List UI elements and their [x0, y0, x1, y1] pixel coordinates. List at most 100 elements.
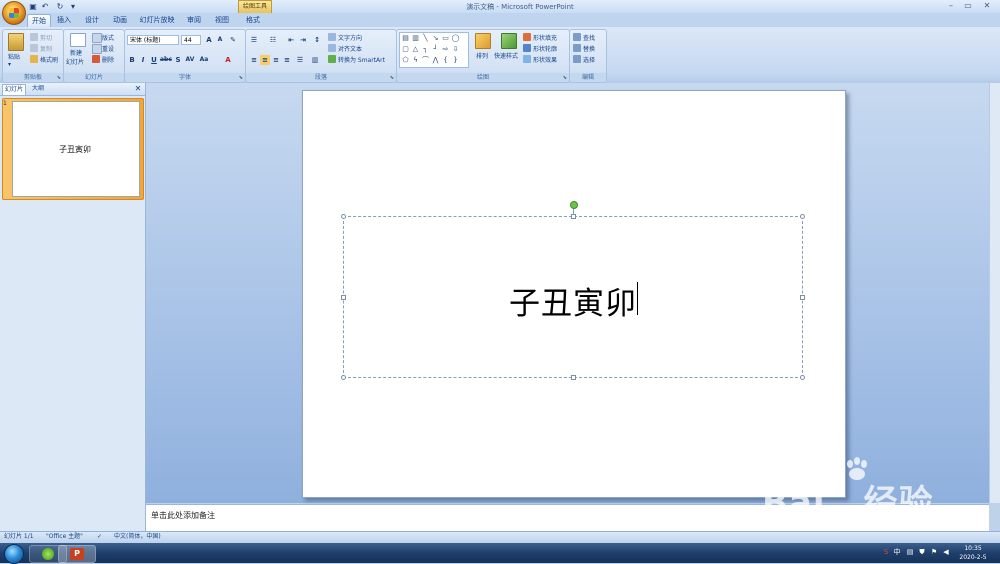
- office-button[interactable]: [2, 1, 26, 25]
- shape-outline-button[interactable]: 形状轮廓: [533, 44, 557, 53]
- tab-home[interactable]: 开始: [27, 14, 51, 27]
- copy-button[interactable]: 复制: [40, 44, 52, 53]
- elbow-arrow-shape-icon[interactable]: ┘: [431, 45, 440, 53]
- tab-design[interactable]: 设计: [81, 14, 103, 26]
- select-icon[interactable]: [573, 55, 581, 63]
- format-painter-button[interactable]: 格式刷: [40, 55, 58, 64]
- start-button[interactable]: [4, 544, 24, 564]
- text-direction-button[interactable]: 文字方向: [338, 33, 362, 42]
- notes-placeholder[interactable]: 单击此处添加备注: [151, 510, 215, 521]
- line-spacing-icon[interactable]: ↕: [312, 35, 322, 45]
- arrange-button[interactable]: 排列: [476, 51, 488, 60]
- resize-handle-bottom-left[interactable]: [341, 375, 346, 380]
- minimize-icon[interactable]: –: [944, 1, 958, 11]
- italic-icon[interactable]: I: [138, 55, 148, 65]
- convert-smartart-button[interactable]: 转换为 SmartArt: [338, 55, 385, 64]
- align-text-icon[interactable]: [328, 44, 336, 52]
- resize-handle-bottom-right[interactable]: [800, 375, 805, 380]
- status-language[interactable]: 中文(简体，中国): [114, 532, 161, 542]
- undo-icon[interactable]: ↶: [40, 2, 50, 11]
- drawing-dialog-launcher-icon[interactable]: ⬊: [563, 75, 567, 81]
- arrange-icon[interactable]: [475, 33, 491, 49]
- triangle-shape-icon[interactable]: △: [411, 45, 420, 53]
- copy-icon[interactable]: [30, 44, 38, 52]
- rotate-handle[interactable]: [570, 201, 578, 209]
- brace-right-shape-icon[interactable]: }: [451, 56, 460, 64]
- paragraph-dialog-launcher-icon[interactable]: ⬊: [390, 75, 394, 81]
- font-name-combo[interactable]: 宋体 (标题): [127, 35, 179, 45]
- grow-font-icon[interactable]: A: [204, 35, 214, 45]
- strikethrough-icon[interactable]: abc: [160, 55, 172, 65]
- tab-animation[interactable]: 动画: [109, 14, 131, 26]
- delete-button[interactable]: 删除: [102, 55, 114, 64]
- shape-effects-icon[interactable]: [523, 55, 531, 63]
- resize-handle-top-left[interactable]: [341, 214, 346, 219]
- rounded-rect-shape-icon[interactable]: ▢: [401, 45, 410, 53]
- customize-icon[interactable]: ▾: [68, 2, 78, 11]
- paste-button[interactable]: 粘贴: [8, 52, 20, 61]
- slide-title-text[interactable]: 子丑寅卯: [343, 278, 803, 323]
- line-shape-icon[interactable]: ╲: [421, 34, 430, 42]
- shield-icon[interactable]: ⛊: [918, 548, 926, 557]
- shrink-font-icon[interactable]: A: [215, 35, 225, 45]
- replace-button[interactable]: 替换: [583, 44, 595, 53]
- pentagon-shape-icon[interactable]: ⬠: [401, 56, 410, 64]
- close-icon[interactable]: ✕: [980, 1, 994, 11]
- underline-icon[interactable]: U: [149, 55, 159, 65]
- find-icon[interactable]: [573, 33, 581, 41]
- shape-effects-button[interactable]: 形状效果: [533, 55, 557, 64]
- smartart-icon[interactable]: [328, 55, 336, 63]
- shadow-icon[interactable]: S: [173, 55, 183, 65]
- resize-handle-top-right[interactable]: [800, 214, 805, 219]
- textbox-shape-icon[interactable]: ▤: [401, 34, 410, 42]
- new-slide-button[interactable]: 新建: [70, 48, 82, 57]
- down-arrow-shape-icon[interactable]: ⇩: [451, 45, 460, 53]
- tab-insert[interactable]: 插入: [53, 14, 75, 26]
- increase-indent-icon[interactable]: ⇥: [298, 35, 308, 45]
- save-icon[interactable]: ▣: [28, 2, 38, 11]
- find-button[interactable]: 查找: [583, 33, 595, 42]
- align-text-button[interactable]: 对齐文本: [338, 44, 362, 53]
- justify-icon[interactable]: ≡: [282, 55, 292, 65]
- layout-icon[interactable]: [92, 33, 102, 43]
- font-color-icon[interactable]: A: [223, 55, 233, 65]
- reset-icon[interactable]: [92, 44, 102, 54]
- align-left-icon[interactable]: ≡: [249, 55, 259, 65]
- layout-button[interactable]: 版式: [102, 33, 114, 42]
- columns-icon[interactable]: ▥: [310, 55, 320, 65]
- freeform-shape-icon[interactable]: ⋀: [431, 56, 440, 64]
- numbering-icon[interactable]: ☷: [268, 35, 278, 45]
- bold-icon[interactable]: B: [127, 55, 137, 65]
- shape-fill-button[interactable]: 形状填充: [533, 33, 557, 42]
- maximize-icon[interactable]: ▭: [961, 1, 975, 11]
- brace-left-shape-icon[interactable]: {: [441, 56, 450, 64]
- text-direction-icon[interactable]: [328, 33, 336, 41]
- clock-time[interactable]: 10:35: [958, 545, 988, 552]
- bullets-icon[interactable]: ☰: [249, 35, 259, 45]
- tab-format[interactable]: 格式: [242, 14, 264, 26]
- font-size-combo[interactable]: 44: [181, 35, 201, 45]
- right-arrow-shape-icon[interactable]: ⇨: [441, 45, 450, 53]
- decrease-indent-icon[interactable]: ⇤: [286, 35, 296, 45]
- format-painter-icon[interactable]: [30, 55, 38, 63]
- shape-fill-icon[interactable]: [523, 33, 531, 41]
- ime-indicator[interactable]: 中: [893, 548, 901, 557]
- tab-outline-pane[interactable]: 大纲: [30, 84, 46, 94]
- reset-button[interactable]: 重设: [102, 44, 114, 53]
- select-button[interactable]: 选择: [583, 55, 595, 64]
- spellcheck-icon[interactable]: ✓: [97, 532, 102, 542]
- quick-styles-button[interactable]: 快速样式: [494, 51, 518, 60]
- elbow-connector-shape-icon[interactable]: ┐: [421, 45, 430, 53]
- cut-button[interactable]: 剪切: [40, 33, 52, 42]
- volume-icon[interactable]: ◀: [942, 548, 950, 557]
- vertical-scrollbar[interactable]: [989, 83, 1000, 503]
- align-center-icon[interactable]: ≡: [260, 55, 270, 65]
- rectangle-shape-icon[interactable]: ▭: [441, 34, 450, 42]
- new-slide-icon[interactable]: [70, 33, 86, 47]
- shapes-gallery[interactable]: ▤ ▥ ╲ ↘ ▭ ◯ ▢ △ ┐ ┘ ⇨ ⇩ ⬠ ϟ ⌒ ⋀ { }: [399, 32, 469, 68]
- tab-view[interactable]: 视图: [211, 14, 233, 26]
- char-spacing-icon[interactable]: AV: [185, 55, 195, 65]
- sogou-icon[interactable]: S: [882, 548, 890, 557]
- oval-shape-icon[interactable]: ◯: [451, 34, 460, 42]
- dialog-launcher-icon[interactable]: ⬊: [57, 75, 61, 81]
